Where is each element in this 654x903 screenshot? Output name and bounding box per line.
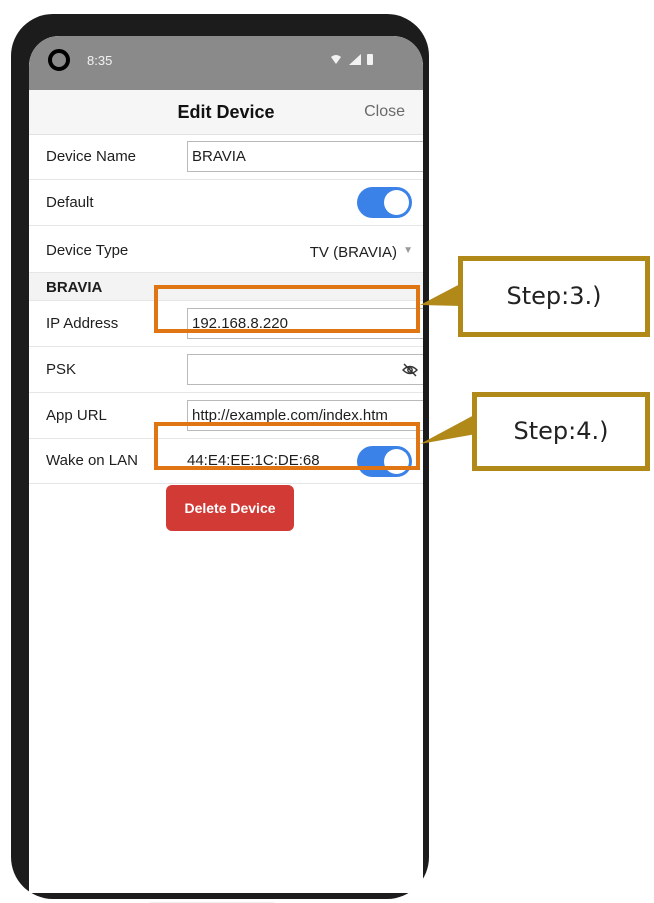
stage: 8:35 Edit Device Close Device Name BRAVI… [0, 0, 654, 903]
nav-bar: Edit Device Close [29, 90, 423, 135]
device-name-label: Device Name [46, 148, 137, 165]
section-title: BRAVIA [46, 279, 103, 296]
app-url-label: App URL [46, 407, 107, 424]
psk-label: PSK [46, 361, 77, 378]
device-type-label: Device Type [46, 242, 129, 259]
step3-highlight [154, 285, 420, 333]
device-type-row: Device Type TV (BRAVIA) ▼ [29, 226, 423, 273]
step4-callout: Step:4.) [472, 392, 650, 471]
device-type-select[interactable]: TV (BRAVIA) [310, 244, 397, 261]
close-button[interactable]: Close [364, 103, 405, 121]
step4-highlight [154, 422, 420, 470]
status-bar: 8:35 [29, 36, 423, 90]
wake-on-lan-label: Wake on LAN [46, 452, 138, 469]
psk-field[interactable] [187, 354, 423, 385]
signal-icon [349, 54, 361, 65]
default-toggle[interactable] [357, 187, 412, 218]
psk-row: PSK [29, 347, 423, 393]
step3-callout: Step:3.) [458, 256, 650, 337]
default-label: Default [46, 194, 94, 211]
camera-icon [48, 49, 70, 71]
chevron-down-icon: ▼ [403, 245, 413, 256]
device-name-field[interactable]: BRAVIA [187, 141, 423, 172]
wifi-icon [331, 55, 341, 64]
battery-icon [367, 54, 373, 65]
status-time: 8:35 [87, 53, 113, 68]
toggle-knob [384, 190, 409, 215]
delete-device-button[interactable]: Delete Device [166, 485, 294, 531]
status-icons [331, 54, 373, 65]
ip-address-label: IP Address [46, 315, 119, 332]
eye-off-icon[interactable] [402, 363, 418, 377]
default-row: Default [29, 180, 423, 226]
device-name-row: Device Name BRAVIA [29, 134, 423, 180]
